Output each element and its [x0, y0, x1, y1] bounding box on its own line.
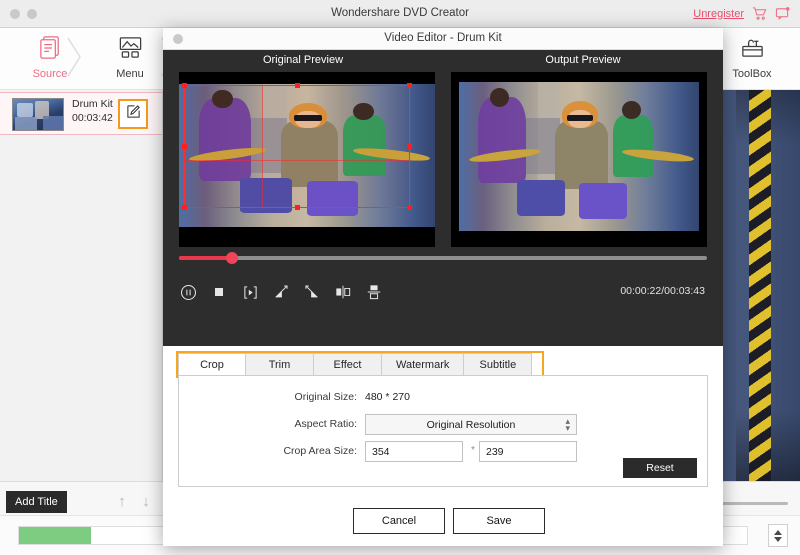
- disc-capacity-fill: [19, 527, 91, 544]
- background-pole-striped: [749, 90, 771, 481]
- aspect-ratio-value: Original Resolution: [427, 419, 516, 431]
- output-preview-label: Output Preview: [443, 50, 723, 72]
- arrow-up-icon[interactable]: ↑: [112, 492, 132, 512]
- app-titlebar: Wondershare DVD Creator Unregister: [0, 0, 800, 28]
- tab-crop[interactable]: Crop: [178, 353, 246, 376]
- tab-watermark[interactable]: Watermark: [382, 353, 464, 376]
- video-editor-dialog: Video Editor - Drum Kit Original Preview…: [163, 28, 723, 546]
- dialog-footer: Cancel Save: [163, 496, 723, 546]
- player-area: Original Preview Output Preview: [163, 50, 723, 346]
- reset-button[interactable]: Reset: [623, 458, 697, 478]
- rotate-right-icon[interactable]: [303, 283, 321, 301]
- timeline-fill: [179, 256, 232, 260]
- dialog-title: Video Editor - Drum Kit: [163, 32, 723, 44]
- nav-item-menu[interactable]: Menu: [88, 34, 172, 80]
- playback-timeline[interactable]: [163, 247, 723, 273]
- crop-area-size-label: Crop Area Size:: [251, 445, 357, 457]
- nav-label-menu: Menu: [88, 68, 172, 80]
- original-video-frame: [179, 84, 435, 227]
- source-list: Drum Kit 00:03:42: [0, 90, 163, 481]
- crop-width-input[interactable]: 354: [365, 441, 463, 462]
- aspect-ratio-label: Aspect Ratio:: [251, 418, 357, 430]
- flip-vertical-icon[interactable]: [365, 283, 383, 301]
- nav-label-source: Source: [8, 68, 92, 80]
- source-title: Drum Kit: [72, 98, 113, 110]
- original-preview[interactable]: [179, 72, 435, 247]
- tab-subtitle[interactable]: Subtitle: [464, 353, 532, 376]
- source-icon: [37, 48, 64, 65]
- crop-height-input[interactable]: 239: [479, 441, 577, 462]
- crop-guide-vertical: [262, 85, 263, 208]
- source-duration: 00:03:42: [72, 112, 113, 124]
- original-size-value: 480 * 270: [365, 391, 410, 403]
- tab-effect[interactable]: Effect: [314, 353, 382, 376]
- original-preview-label: Original Preview: [163, 50, 443, 72]
- chevron-updown-icon: ▴▾: [565, 418, 570, 432]
- arrow-down-icon[interactable]: ↓: [136, 492, 156, 512]
- cancel-button[interactable]: Cancel: [353, 508, 445, 534]
- crop-size-separator: *: [471, 445, 475, 456]
- stop-icon[interactable]: [210, 283, 228, 301]
- timeline-knob[interactable]: [226, 252, 238, 264]
- toolbox-icon: [739, 48, 766, 65]
- timeline-track[interactable]: [179, 256, 707, 260]
- background-pole-blue: [723, 90, 736, 481]
- feedback-icon[interactable]: [775, 6, 790, 21]
- tab-trim[interactable]: Trim: [246, 353, 314, 376]
- editor-tabs: Crop Trim Effect Watermark Subtitle: [178, 353, 532, 376]
- editor-tab-zone: Crop Trim Effect Watermark Subtitle Orig…: [163, 346, 723, 496]
- output-preview[interactable]: [451, 72, 707, 247]
- dialog-titlebar: Video Editor - Drum Kit: [163, 28, 723, 50]
- add-title-button[interactable]: Add Title: [6, 491, 67, 513]
- titlebar-actions: Unregister: [693, 6, 790, 21]
- app-root: Wondershare DVD Creator Unregister: [0, 0, 800, 555]
- aspect-ratio-select[interactable]: Original Resolution ▴▾: [365, 414, 577, 435]
- stepper-icon[interactable]: [768, 524, 788, 547]
- player-timecode: 00:00:22/00:03:43: [620, 285, 705, 297]
- crop-panel: Original Size: 480 * 270 Aspect Ratio: O…: [178, 375, 708, 487]
- edit-pencil-icon: [126, 104, 141, 124]
- edit-video-button[interactable]: [118, 99, 148, 129]
- unregister-link[interactable]: Unregister: [693, 8, 744, 20]
- snapshot-icon[interactable]: [241, 283, 259, 301]
- preview-headers: Original Preview Output Preview: [163, 50, 723, 72]
- menu-image-icon: [117, 48, 144, 65]
- rotate-left-icon[interactable]: [272, 283, 290, 301]
- original-size-label: Original Size:: [251, 391, 357, 403]
- pause-icon[interactable]: [179, 283, 197, 301]
- crop-guide-horizontal: [184, 160, 410, 161]
- save-button[interactable]: Save: [453, 508, 545, 534]
- flip-horizontal-icon[interactable]: [334, 283, 352, 301]
- output-video-frame: [459, 82, 699, 231]
- player-controls: 00:00:22/00:03:43: [163, 273, 723, 311]
- list-item[interactable]: Drum Kit 00:03:42: [0, 92, 162, 135]
- preview-row: [163, 72, 723, 247]
- app-title: Wondershare DVD Creator: [0, 7, 800, 19]
- cart-icon[interactable]: [752, 6, 767, 21]
- nav-item-source[interactable]: Source: [8, 34, 92, 80]
- source-thumbnail: [12, 98, 64, 131]
